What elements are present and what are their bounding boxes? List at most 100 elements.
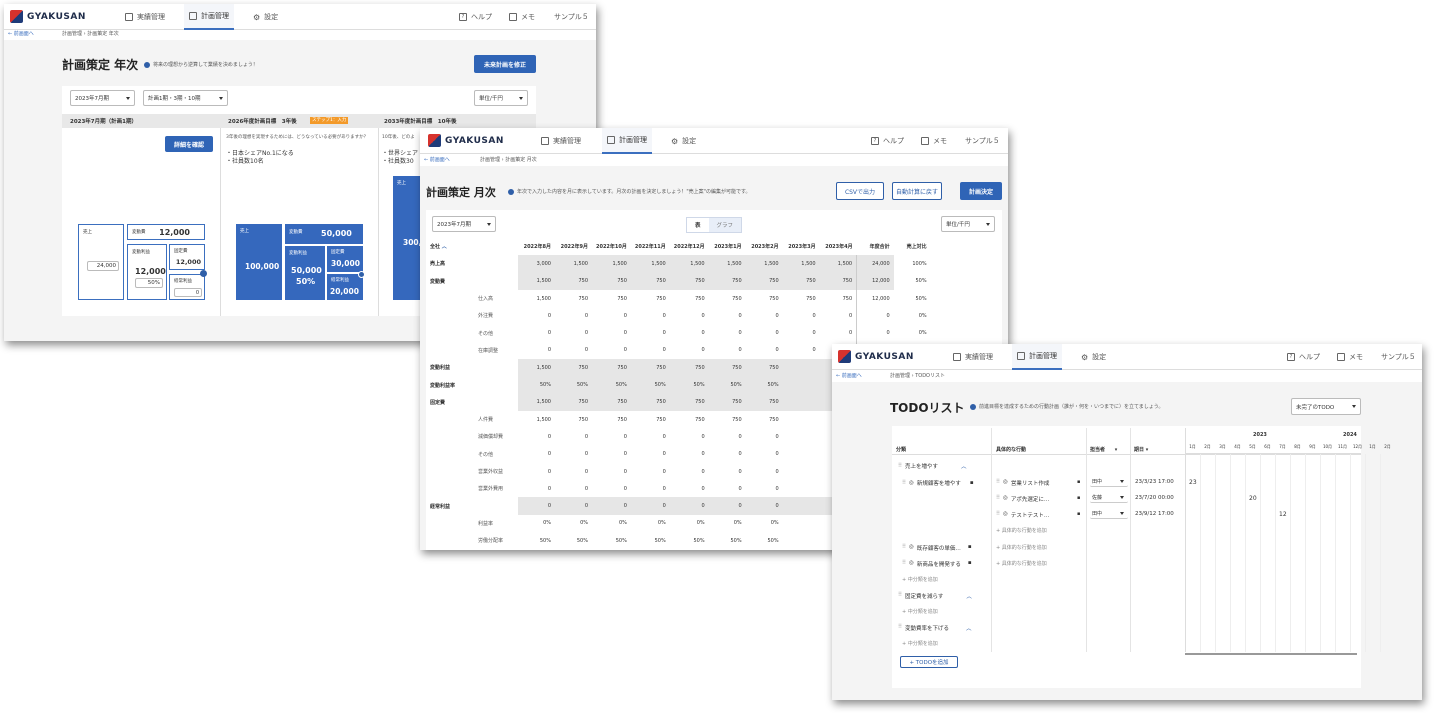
table-cell[interactable]: 1,500 [708,255,746,273]
table-cell[interactable]: 1,500 [819,255,857,273]
due-date-3[interactable]: 23/9/12 17:00 [1135,511,1174,517]
nav-sample[interactable]: サンプル５ [960,128,1005,154]
back-link[interactable]: ← 前画面へ [8,30,34,37]
y1-rate-input[interactable]: 50% [135,278,163,288]
back-link[interactable]: ← 前画面へ [424,156,450,163]
col-owner[interactable]: 担当者 ▾ [1090,446,1117,453]
col-due[interactable]: 期日 ▾ [1134,446,1148,453]
nav-help[interactable]: ? ヘルプ [866,128,909,154]
drag-handle-icon[interactable]: ⠿ [898,624,902,632]
nav-plans[interactable]: 計画管理 [184,4,234,30]
unit-select[interactable]: 単位/千円 [941,216,995,232]
drag-handle-icon[interactable]: ⠿ [902,560,906,568]
nav-plans[interactable]: 計画管理 [602,128,652,154]
nav-plans[interactable]: 計画管理 [1012,344,1062,370]
due-date-1[interactable]: 23/3/23 17:00 [1135,479,1174,485]
nav-sample[interactable]: サンプル５ [1376,344,1421,370]
table-cell[interactable]: 1,500 [782,255,820,273]
add-subcategory-link[interactable]: + 中分類を追加 [902,608,938,615]
table-cell[interactable]: 1,500 [555,255,592,273]
category-row-1[interactable]: ⠿ 売上を増やす ︿ [898,462,967,470]
subcategory-row-2[interactable]: ⠿ ◎ 既存顧客の単価… ▪ [902,544,972,552]
y1-ordprofit-input[interactable]: 0 [174,288,202,297]
subcategory-row-3[interactable]: ⠿ ◎ 新商品を開発する ▪ [902,560,972,568]
term-select[interactable]: 計画1期・3期・10期 [143,90,228,106]
trash-icon[interactable]: ▪ [968,560,972,568]
table-cell[interactable]: 1,500 [745,255,783,273]
decide-plan-button[interactable]: 計画決定 [960,182,1002,200]
add-subcategory-link[interactable]: + 中分類を追加 [902,640,938,647]
nav-memo[interactable]: メモ [504,4,540,30]
back-link[interactable]: ← 前画面へ [836,372,862,379]
view-table-tab[interactable]: 表 [687,218,709,232]
add-action-link[interactable]: + 具体的な行動を追加 [996,527,1047,534]
fix-future-plan-button[interactable]: 未来計画を修正 [474,55,536,73]
add-action-link[interactable]: + 具体的な行動を追加 [996,560,1047,567]
unit-select[interactable]: 単位/千円 [474,90,528,106]
caret-down-icon: ▾ [1114,447,1118,453]
y1-sales-input[interactable]: 24,000 [87,261,119,271]
nav-sample[interactable]: サンプル５ [549,4,594,30]
add-action-link[interactable]: + 具体的な行動を追加 [996,544,1047,551]
csv-export-button[interactable]: CSVで出力 [836,182,884,200]
drag-handle-icon[interactable]: ⠿ [902,544,906,552]
drag-handle-icon[interactable]: ⠿ [996,511,1000,519]
nav-settings[interactable]: ⚙ 設定 [666,128,701,154]
table-cell: 0 [547,330,551,337]
table-cell: 0 [775,485,779,492]
action-row-2[interactable]: ⠿ ◎ アポ先選定に… [996,495,1049,503]
table-cell: 0 [592,497,631,515]
nav-memo[interactable]: メモ [1332,344,1368,370]
nav-settings[interactable]: ⚙ 設定 [248,4,283,30]
brand-logo[interactable]: GYAKUSAN [838,350,914,363]
trash-icon[interactable]: ▪ [968,544,972,552]
category-row-2[interactable]: ⠿ 固定費を減らす ︿ [898,592,972,600]
add-todo-button[interactable]: + TODOを追加 [900,656,958,668]
drag-handle-icon[interactable]: ⠿ [996,479,1000,487]
chevron-up-icon[interactable]: ︿ [961,462,967,470]
table-cell[interactable]: 1,500 [630,255,670,273]
nav-actuals[interactable]: 実績管理 [120,4,170,30]
trash-icon[interactable]: ▪ [970,480,974,486]
owner-select-2[interactable]: 佐藤 [1090,493,1128,503]
nav-help[interactable]: ? ヘルプ [1282,344,1325,370]
period-select[interactable]: 2023年7月期 [70,90,135,106]
info-icon[interactable] [200,270,207,277]
drag-handle-icon[interactable]: ⠿ [898,592,902,600]
nav-actuals[interactable]: 実績管理 [948,344,998,370]
table-cell[interactable]: 3,000 [518,255,555,273]
action-row-1[interactable]: ⠿ ◎ 営業リスト作成 [996,479,1049,487]
nav-actuals[interactable]: 実績管理 [536,128,586,154]
trash-icon[interactable]: ▪ [1077,479,1080,485]
owner-select-3[interactable]: 田中 [1090,509,1128,519]
chevron-up-icon[interactable]: ︿ [966,592,972,600]
nav-memo[interactable]: メモ [916,128,952,154]
period-select[interactable]: 2023年7月期 [432,216,496,232]
view-graph-tab[interactable]: グラフ [708,218,742,232]
brand-logo[interactable]: GYAKUSAN [428,134,504,147]
trash-icon[interactable]: ▪ [1077,511,1080,517]
trash-icon[interactable]: ▪ [1077,495,1080,501]
due-date-2[interactable]: 23/7/20 00:00 [1135,495,1174,501]
drag-handle-icon[interactable]: ⠿ [898,463,902,469]
owner-select-1[interactable]: 田中 [1090,477,1128,487]
brand-logo[interactable]: GYAKUSAN [10,10,86,23]
chevron-up-icon[interactable]: ︿ [966,624,972,632]
drag-handle-icon[interactable]: ⠿ [902,480,906,486]
table-cell: 0 [701,451,705,458]
drag-handle-icon[interactable]: ⠿ [996,495,1000,503]
nav-settings[interactable]: ⚙ 設定 [1076,344,1111,370]
all-company-label[interactable]: 全社 ︿ [426,238,474,255]
info-icon[interactable] [358,271,365,278]
table-cell[interactable]: 1,500 [669,255,709,273]
table-cell[interactable]: 1,500 [592,255,631,273]
add-subcategory-link[interactable]: + 中分類を追加 [902,576,938,583]
auto-calc-button[interactable]: 自動計算に戻す [892,182,942,200]
action-row-3[interactable]: ⠿ ◎ テストテスト… [996,511,1049,519]
timeline-scrollbar[interactable] [1185,653,1357,655]
subcategory-row-1[interactable]: ⠿ ◎ 新規顧客を増やす ▪ [902,479,974,487]
category-row-3[interactable]: ⠿ 変動費率を下げる ︿ [898,624,972,632]
todo-filter-select[interactable]: 未完了のTODO [1291,398,1361,415]
nav-help[interactable]: ? ヘルプ [454,4,497,30]
detail-button[interactable]: 詳細を確認 [165,136,213,152]
